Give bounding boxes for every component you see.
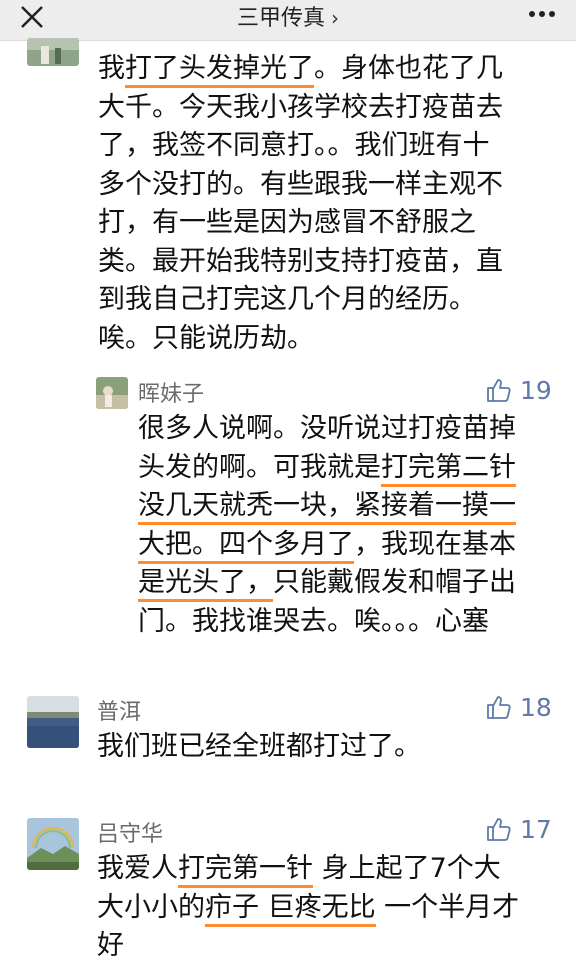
text-segment: 身上起了7个大 [313,853,501,884]
comment-line: 没几天就秃一块，紧接着一摸一 [138,487,568,526]
top-bar: 三甲传真 › [0,0,576,41]
comment-line: 打，有一些是因为感冒不舒服之 [98,204,558,243]
comment-line: 我打了头发掉光了。身体也花了几 [98,50,558,89]
comment-line: 多个没打的。有些跟我一样主观不 [98,166,558,205]
commenter-name[interactable]: 晖妹子 [138,376,204,408]
comment-line: 了，我签不同意打。。我们班有十 [98,127,558,166]
thumbs-up-icon [487,696,511,719]
comment-line: 门。我找谁哭去。唉。。。心塞 [138,603,568,642]
text-segment: 。身体也花了几 [314,53,503,84]
comment-line: 我爱人打完第一针 身上起了7个大 [97,850,567,889]
text-segment: 好 [97,930,124,961]
comment-line: 是光头了，只能戴假发和帽子出 [138,564,568,603]
avatar[interactable] [27,818,79,870]
text-segment: 多个没打的。有些跟我一样主观不 [98,168,503,200]
highlighted-text: 打完第一针 [178,853,313,888]
highlighted-text: 打完第二针 [381,451,516,487]
comment-line: 头发的啊。可我就是打完第二针 [138,449,568,488]
text-segment: 头发的啊。可我就是 [138,451,381,483]
like-button[interactable]: 19 [486,375,552,405]
text-segment: 唉。只能说历劫。 [98,322,314,354]
chevron-right-icon: › [331,6,339,30]
comment-text: 我爱人打完第一针 身上起了7个大 大小小的疖子 巨疼无比 一个半月才好 [97,850,567,966]
more-icon[interactable] [524,0,560,36]
text-segment: 打，有一些是因为感冒不舒服之 [98,207,476,238]
text-segment: 大千。今天我小孩学校去打疫苗去 [98,91,503,123]
like-button[interactable]: 18 [486,692,552,722]
account-title: 三甲传真 [236,6,325,31]
text-segment: 大小小的 [97,891,205,923]
comment-text: 我们班已经全班都打过了。 [97,728,557,767]
comment-text: 我打了头发掉光了。身体也花了几 大千。今天我小孩学校去打疫苗去 了，我签不同意打。。… [98,50,558,358]
like-count: 18 [520,692,552,722]
like-count: 19 [520,375,552,405]
text-segment: 很多人说啊。没听说过打疫苗掉 [138,413,516,444]
text-segment: 我们班已经全班都打过了。 [97,731,421,762]
highlighted-text: 是光头了， [138,567,273,602]
avatar[interactable] [27,696,79,748]
comment-line: 我们班已经全班都打过了。 [97,728,557,767]
comment-line: 大千。今天我小孩学校去打疫苗去 [98,89,558,128]
comment-line: 到我自己打完这几个月的经历。 [98,281,558,320]
highlighted-text: 疖子 巨疼无比 [205,891,376,927]
commenter-name[interactable]: 普洱 [97,694,141,726]
text-segment: 门。我找谁哭去。唉。。。心塞 [138,605,489,637]
avatar[interactable] [96,377,128,409]
text-segment: 一个半月才 [375,891,520,923]
highlighted-text: 大把。四个多月了 [138,528,354,564]
thumbs-up-icon [487,818,511,841]
comment-line: 大把。四个多月了，我现在基本 [138,526,568,565]
highlighted-text: 打了头发掉光了 [125,53,314,88]
avatar[interactable] [27,38,79,66]
text-segment: 我爱人 [97,853,178,884]
text-segment: ，我现在基本 [354,528,516,560]
comment-line: 大小小的疖子 巨疼无比 一个半月才 [97,889,567,928]
account-title-button[interactable]: 三甲传真 › [0,0,576,40]
text-segment: 只能戴假发和帽子出 [273,567,516,598]
comment-text: 很多人说啊。没听说过打疫苗掉 头发的啊。可我就是打完第二针 没几天就秃一块，紧接着一… [138,410,568,641]
like-count: 17 [520,814,552,844]
highlighted-text: 没几天就秃一块，紧接着一摸一 [138,490,516,525]
text-segment: 类。最开始我特别支持打疫苗，直 [98,245,503,277]
like-button[interactable]: 17 [486,814,552,844]
comment-line: 类。最开始我特别支持打疫苗，直 [98,243,558,282]
text-segment: 我 [98,53,125,84]
text-segment: 到我自己打完这几个月的经历。 [98,284,476,315]
text-segment: 了，我签不同意打。。我们班有十 [98,130,490,161]
commenter-name[interactable]: 吕守华 [97,816,163,848]
thumbs-up-icon [487,379,511,402]
comment-line: 很多人说啊。没听说过打疫苗掉 [138,410,568,449]
comment-line: 唉。只能说历劫。 [98,320,558,359]
